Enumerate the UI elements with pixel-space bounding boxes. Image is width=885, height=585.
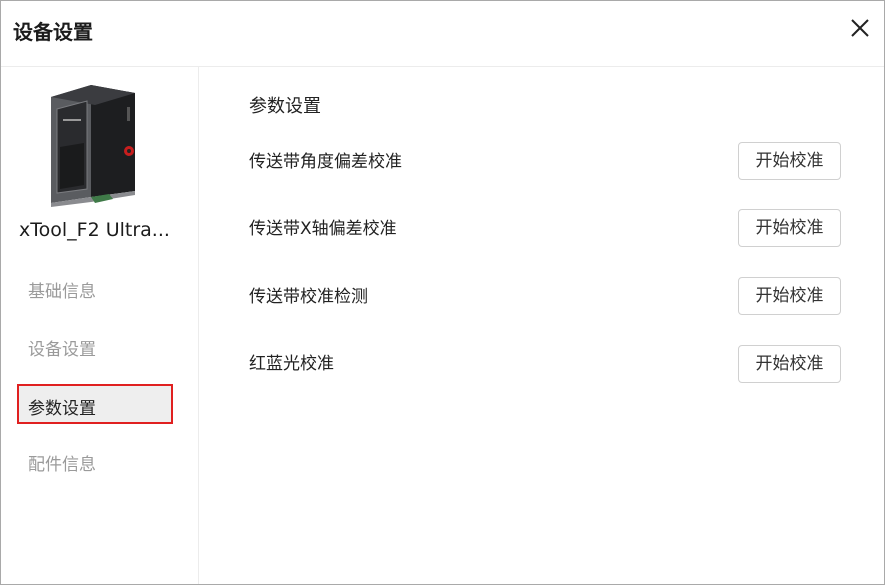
belt-x-axis-calibration-button[interactable]: 开始校准 [738,209,841,247]
device-settings-dialog: 设备设置 xTool_F2 Ultra... 基础信息 设备设置 参数设置 配件… [0,0,885,585]
red-blue-light-calibration-button[interactable]: 开始校准 [738,345,841,383]
sidebar-item-basic-info[interactable]: 基础信息 [28,277,96,302]
sidebar-item-label: 参数设置 [28,399,96,419]
device-image [51,85,135,207]
close-button[interactable] [849,17,871,39]
dialog-titlebar: 设备设置 [1,1,884,67]
belt-x-axis-calibration-label: 传送带X轴偏差校准 [249,219,397,239]
device-name: xTool_F2 Ultra... [19,219,170,241]
close-icon [851,19,869,37]
section-title: 参数设置 [249,96,321,117]
main-panel: 参数设置 传送带角度偏差校准 开始校准 传送带X轴偏差校准 开始校准 传送带校准… [199,67,884,584]
sidebar-item-parameter-settings[interactable]: 参数设置 [17,384,173,424]
belt-calibration-check-label: 传送带校准检测 [249,287,368,307]
sidebar-item-device-settings[interactable]: 设备设置 [28,335,96,360]
red-blue-light-calibration-label: 红蓝光校准 [249,354,334,374]
sidebar: xTool_F2 Ultra... 基础信息 设备设置 参数设置 配件信息 [1,67,199,584]
sidebar-item-accessory-info[interactable]: 配件信息 [28,450,96,475]
belt-angle-calibration-label: 传送带角度偏差校准 [249,152,402,172]
dialog-title: 设备设置 [13,20,93,44]
belt-calibration-check-button[interactable]: 开始校准 [738,277,841,315]
belt-angle-calibration-button[interactable]: 开始校准 [738,142,841,180]
